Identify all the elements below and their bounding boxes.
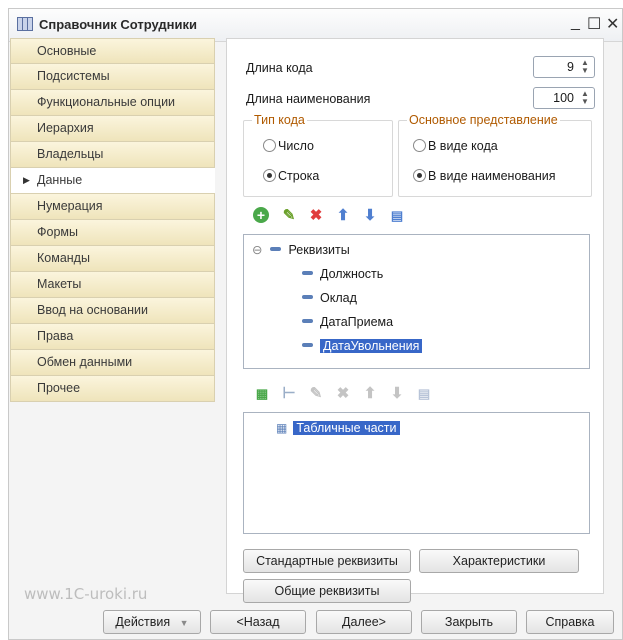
table-icon: ▦ bbox=[276, 421, 288, 435]
main-presentation-group: Основное представление bbox=[398, 113, 592, 197]
collapse-icon[interactable]: ⊖ bbox=[252, 243, 262, 257]
add-table-icon[interactable]: ▦ bbox=[253, 385, 271, 403]
maximize-button[interactable]: ☐ bbox=[587, 14, 601, 34]
window-title: Справочник Сотрудники bbox=[39, 17, 197, 32]
move-down-icon[interactable]: ⬇ bbox=[388, 385, 406, 403]
sidebar-item-functional-options[interactable]: Функциональные опции bbox=[10, 90, 215, 116]
main-presentation-legend: Основное представление bbox=[409, 113, 558, 127]
dropdown-arrow-icon: ▼ bbox=[179, 618, 189, 628]
sort-list-icon[interactable]: ▤ bbox=[388, 207, 406, 225]
edit-icon[interactable]: ✎ bbox=[280, 207, 298, 225]
move-up-icon[interactable]: ⬆ bbox=[334, 207, 352, 225]
tree-label: Табличные части bbox=[293, 421, 400, 435]
edit-icon[interactable]: ✎ bbox=[307, 385, 325, 403]
add-icon[interactable]: + bbox=[253, 207, 269, 223]
name-length-input[interactable]: 100 ▲ ▼ bbox=[533, 87, 595, 109]
sidebar-item-data[interactable]: ▶ Данные bbox=[10, 168, 215, 194]
close-button[interactable]: ✕ bbox=[606, 14, 619, 34]
radio-present-code[interactable]: В виде кода bbox=[413, 139, 498, 153]
tabular-sections-tree[interactable]: ▦ Табличные части bbox=[243, 412, 590, 534]
spin-arrows-icon[interactable]: ▲ ▼ bbox=[578, 90, 592, 106]
code-length-value: 9 bbox=[567, 60, 574, 74]
sidebar-item-rights[interactable]: Права bbox=[10, 324, 215, 350]
sidebar-item-label: Данные bbox=[37, 173, 83, 187]
sort-list-icon[interactable]: ▤ bbox=[415, 385, 433, 403]
add-column-icon[interactable]: ⊢ bbox=[280, 385, 298, 403]
attribute-icon bbox=[270, 247, 282, 251]
radio-code-number[interactable]: Число bbox=[263, 139, 314, 153]
tree-item[interactable]: Должность bbox=[302, 265, 383, 283]
name-length-value: 100 bbox=[553, 91, 574, 105]
sidebar-item-forms[interactable]: Формы bbox=[10, 220, 215, 246]
attribute-icon bbox=[302, 295, 313, 299]
sidebar-item-other[interactable]: Прочее bbox=[10, 376, 215, 402]
sidebar-item-numbering[interactable]: Нумерация bbox=[10, 194, 215, 220]
back-button[interactable]: <Назад bbox=[210, 610, 306, 634]
tree-label: Реквизиты bbox=[288, 243, 350, 257]
radio-label: В виде кода bbox=[428, 139, 498, 153]
radio-on-icon bbox=[413, 169, 426, 182]
radio-on-icon bbox=[263, 169, 276, 182]
tree-item[interactable]: ДатаПриема bbox=[302, 313, 393, 331]
tree-label: Должность bbox=[320, 267, 384, 281]
sidebar-item-data-exchange[interactable]: Обмен данными bbox=[10, 350, 215, 376]
code-length-input[interactable]: 9 ▲ ▼ bbox=[533, 56, 595, 78]
characteristics-button[interactable]: Характеристики bbox=[419, 549, 579, 573]
attributes-toolbar: + ✎ ✖ ⬆ ⬇ ▤ bbox=[253, 207, 453, 227]
delete-icon[interactable]: ✖ bbox=[307, 207, 325, 225]
tree-label: ДатаУвольнения bbox=[320, 339, 423, 353]
sidebar-item-osnovnye[interactable]: Основные bbox=[10, 38, 215, 64]
attributes-root-node[interactable]: ⊖ Реквизиты bbox=[252, 241, 350, 259]
actions-label: Действия bbox=[115, 615, 171, 629]
help-button[interactable]: Справка bbox=[526, 610, 614, 634]
code-type-legend: Тип кода bbox=[254, 113, 305, 127]
sidebar-tabs: Основные Подсистемы Функциональные опции… bbox=[10, 38, 215, 402]
sidebar-item-input-based-on[interactable]: Ввод на основании bbox=[10, 298, 215, 324]
data-panel: Длина кода 9 ▲ ▼ Длина наименования 100 ▲… bbox=[226, 38, 604, 603]
catalog-icon bbox=[17, 17, 33, 31]
radio-present-name[interactable]: В виде наименования bbox=[413, 169, 556, 183]
name-length-label: Длина наименования bbox=[246, 92, 371, 106]
radio-off-icon bbox=[413, 139, 426, 152]
common-attributes-button[interactable]: Общие реквизиты bbox=[243, 579, 411, 603]
tree-label: ДатаПриема bbox=[320, 315, 394, 329]
standard-attributes-button[interactable]: Стандартные реквизиты bbox=[243, 549, 411, 573]
attribute-icon bbox=[302, 343, 313, 347]
attribute-icon bbox=[302, 319, 313, 323]
next-button[interactable]: Далее> bbox=[316, 610, 412, 634]
code-type-group: Тип кода bbox=[243, 113, 393, 197]
actions-button[interactable]: Действия ▼ bbox=[103, 610, 201, 634]
attribute-icon bbox=[302, 271, 313, 275]
sidebar-item-hierarchy[interactable]: Иерархия bbox=[10, 116, 215, 142]
tree-item[interactable]: Оклад bbox=[302, 289, 357, 307]
move-down-icon[interactable]: ⬇ bbox=[361, 207, 379, 225]
watermark: www.1C-uroki.ru bbox=[24, 585, 148, 603]
delete-icon[interactable]: ✖ bbox=[334, 385, 352, 403]
spin-arrows-icon[interactable]: ▲ ▼ bbox=[578, 59, 592, 75]
tabular-toolbar: ▦ ⊢ ✎ ✖ ⬆ ⬇ ▤ bbox=[253, 385, 453, 405]
sidebar-item-templates[interactable]: Макеты bbox=[10, 272, 215, 298]
radio-off-icon bbox=[263, 139, 276, 152]
tabular-root-node[interactable]: ▦ Табличные части bbox=[276, 419, 400, 437]
sidebar-item-owners[interactable]: Владельцы bbox=[10, 142, 215, 168]
close-dialog-button[interactable]: Закрыть bbox=[421, 610, 517, 634]
sidebar-item-commands[interactable]: Команды bbox=[10, 246, 215, 272]
footer-bar: Действия ▼ <Назад Далее> Закрыть Справка bbox=[8, 604, 623, 640]
attributes-tree[interactable]: ⊖ Реквизиты Должность Оклад ДатаПриема Да… bbox=[243, 234, 590, 369]
active-arrow-icon: ▶ bbox=[23, 175, 30, 185]
radio-code-string[interactable]: Строка bbox=[263, 169, 319, 183]
sidebar-item-podsistemy[interactable]: Подсистемы bbox=[10, 64, 215, 90]
move-up-icon[interactable]: ⬆ bbox=[361, 385, 379, 403]
code-length-label: Длина кода bbox=[246, 61, 313, 75]
minimize-button[interactable]: _ bbox=[571, 14, 580, 32]
tree-item-selected[interactable]: ДатаУвольнения bbox=[302, 337, 423, 355]
radio-label: Строка bbox=[278, 169, 320, 183]
tree-label: Оклад bbox=[320, 291, 357, 305]
radio-label: Число bbox=[278, 139, 314, 153]
radio-label: В виде наименования bbox=[428, 169, 556, 183]
